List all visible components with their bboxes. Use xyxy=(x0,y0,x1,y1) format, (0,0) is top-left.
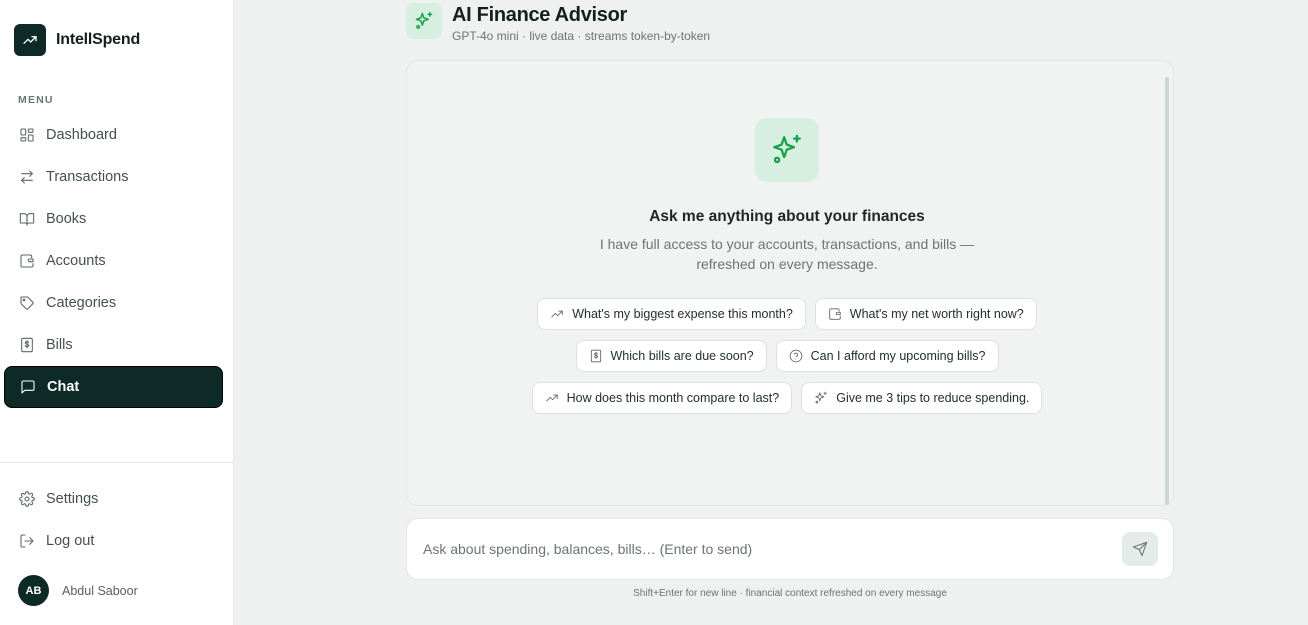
wallet-icon xyxy=(828,307,842,321)
page-subtitle: GPT-4o mini · live data · streams token-… xyxy=(452,29,711,43)
avatar: AB xyxy=(18,575,49,606)
suggestion-chip-biggest-expense[interactable]: What's my biggest expense this month? xyxy=(537,298,806,330)
suggestion-label: Can I afford my upcoming bills? xyxy=(810,349,986,363)
sidebar-item-label: Categories xyxy=(46,295,117,311)
brand[interactable]: IntellSpend xyxy=(14,24,140,56)
suggestion-row: What's my biggest expense this month? Wh… xyxy=(407,298,1167,330)
sparkles-icon xyxy=(755,118,819,182)
message-input[interactable] xyxy=(423,537,1103,561)
help-circle-icon xyxy=(789,349,803,363)
sidebar: IntellSpend MENU Dashboard Transactions … xyxy=(0,0,234,625)
composer-hint: Shift+Enter for new line · financial con… xyxy=(633,588,947,599)
sidebar-item-categories[interactable]: Categories xyxy=(4,282,223,324)
open-book-icon xyxy=(18,210,36,228)
suggestion-chips: What's my biggest expense this month? Wh… xyxy=(407,298,1167,424)
chat-panel[interactable]: Ask me anything about your finances I ha… xyxy=(406,60,1174,506)
suggestion-chip-bills-due[interactable]: Which bills are due soon? xyxy=(575,340,767,372)
suggestion-chip-afford-bills[interactable]: Can I afford my upcoming bills? xyxy=(775,340,999,372)
sidebar-item-books[interactable]: Books xyxy=(4,198,223,240)
arrows-swap-icon xyxy=(18,168,36,186)
sparkles-icon xyxy=(814,391,828,405)
suggestion-chip-tips[interactable]: Give me 3 tips to reduce spending. xyxy=(801,382,1043,414)
suggestion-label: How does this month compare to last? xyxy=(566,391,780,405)
page-header: AI Finance Advisor GPT-4o mini · live da… xyxy=(406,3,710,43)
page-title: AI Finance Advisor xyxy=(452,4,628,26)
sidebar-item-label: Accounts xyxy=(46,253,106,269)
suggestion-row: Which bills are due soon? Can I afford m… xyxy=(407,340,1167,372)
sidebar-item-label: Chat xyxy=(47,379,80,395)
send-button[interactable] xyxy=(1122,532,1158,566)
user-profile[interactable]: AB Abdul Saboor xyxy=(18,575,138,606)
suggestion-label: Give me 3 tips to reduce spending. xyxy=(836,391,1030,405)
sidebar-divider xyxy=(0,462,233,463)
sidebar-nav: Dashboard Transactions Books Accounts Ca… xyxy=(4,114,223,408)
trending-up-icon xyxy=(14,24,46,56)
layout-grid-icon xyxy=(18,126,36,144)
sidebar-item-logout[interactable]: Log out xyxy=(4,520,223,562)
gear-icon xyxy=(18,490,36,508)
menu-label: MENU xyxy=(18,94,54,106)
sidebar-item-chat[interactable]: Chat xyxy=(4,366,223,408)
sidebar-item-dashboard[interactable]: Dashboard xyxy=(4,114,223,156)
suggestion-label: Which bills are due soon? xyxy=(610,349,754,363)
empty-state-subtitle: I have full access to your accounts, tra… xyxy=(599,236,975,272)
sparkles-icon xyxy=(406,3,442,39)
sidebar-bottom-nav: Settings Log out xyxy=(4,478,223,562)
sidebar-item-label: Books xyxy=(46,211,87,227)
sidebar-item-bills[interactable]: Bills xyxy=(4,324,223,366)
tag-icon xyxy=(18,294,36,312)
sidebar-item-label: Bills xyxy=(46,337,73,353)
receipt-dollar-icon xyxy=(18,336,36,354)
suggestion-chip-compare-month[interactable]: How does this month compare to last? xyxy=(531,382,793,414)
receipt-dollar-icon xyxy=(589,349,603,363)
trending-up-icon xyxy=(550,307,564,321)
sidebar-item-label: Log out xyxy=(46,533,95,549)
sidebar-item-transactions[interactable]: Transactions xyxy=(4,156,223,198)
user-name: Abdul Saboor xyxy=(62,583,138,598)
sidebar-item-label: Dashboard xyxy=(46,127,117,143)
brand-name: IntellSpend xyxy=(56,31,141,48)
sidebar-item-label: Transactions xyxy=(46,169,129,185)
suggestion-label: What's my biggest expense this month? xyxy=(572,307,793,321)
trending-up-icon xyxy=(545,391,559,405)
empty-state-title: Ask me anything about your finances xyxy=(649,208,925,225)
scrollbar[interactable] xyxy=(1165,77,1169,505)
sidebar-item-accounts[interactable]: Accounts xyxy=(4,240,223,282)
send-icon xyxy=(1132,541,1148,557)
sidebar-item-label: Settings xyxy=(46,491,99,507)
sidebar-item-settings[interactable]: Settings xyxy=(4,478,223,520)
wallet-icon xyxy=(18,252,36,270)
message-square-icon xyxy=(19,378,37,396)
suggestion-chip-net-worth[interactable]: What's my net worth right now? xyxy=(814,298,1037,330)
suggestion-row: How does this month compare to last? Giv… xyxy=(407,382,1167,414)
logout-icon xyxy=(18,532,36,550)
message-composer xyxy=(406,518,1174,580)
suggestion-label: What's my net worth right now? xyxy=(849,307,1024,321)
